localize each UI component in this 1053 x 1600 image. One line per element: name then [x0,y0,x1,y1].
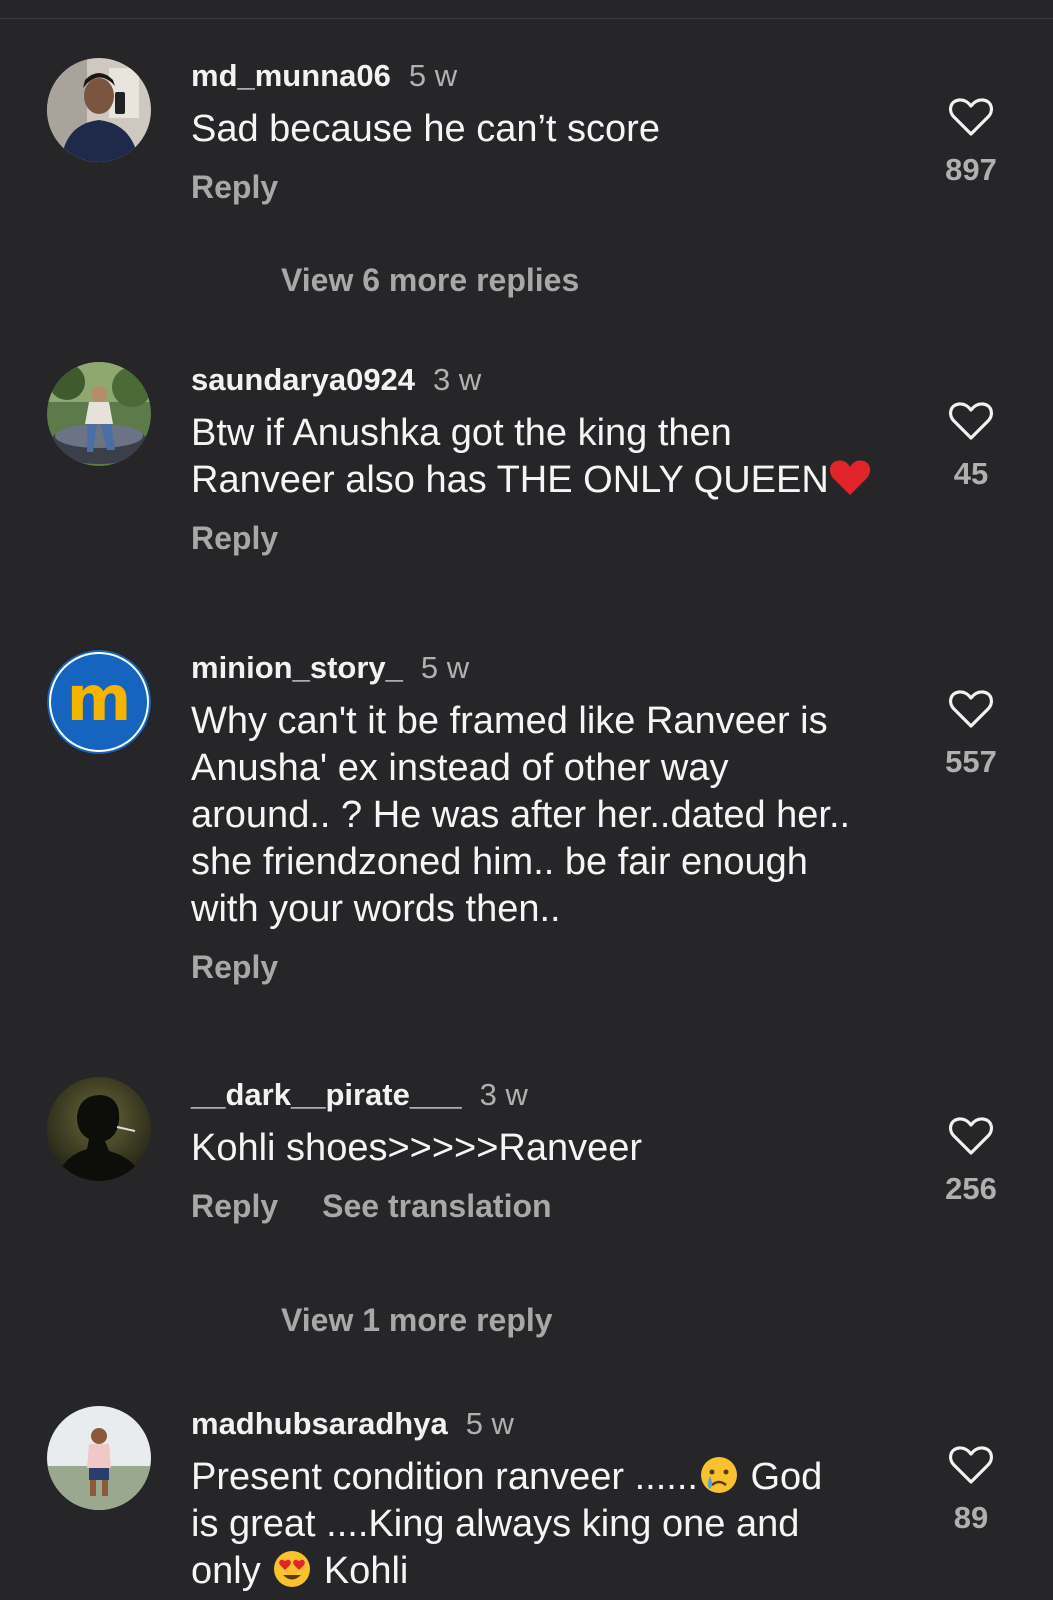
view-more-replies[interactable]: View 6 more replies [281,262,579,299]
comment-line: only Kohli [191,1548,891,1595]
like-control: 256 [930,1115,1012,1207]
timestamp: 5 w [420,650,470,685]
like-control: 89 [930,1444,1012,1536]
avatar[interactable]: m [47,650,151,754]
comment-line-text: Ranveer also has THE ONLY QUEEN [191,459,829,501]
comment-line: around.. ? He was after her..dated her.. [191,794,851,836]
red-heart-icon [829,460,870,495]
heart-icon[interactable] [948,96,994,138]
like-control: 557 [930,688,1012,780]
comment-line-text: Kohli [313,1550,409,1592]
avatar[interactable] [47,362,151,466]
username[interactable]: md_munna06 [191,58,391,93]
like-count: 45 [953,456,989,491]
comment-line-text: only [191,1550,272,1592]
comment-text: Present condition ranveer ...... God is … [191,1454,891,1595]
avatar[interactable] [47,1077,151,1181]
comment-line-text: Present condition ranveer ...... [191,1456,698,1498]
see-translation-button[interactable]: See translation [322,1188,551,1224]
comment-line: is great ....King always king one and [191,1503,800,1545]
avatar-letter: m [67,662,132,735]
timestamp: 3 w [479,1077,528,1112]
username[interactable]: madhubsaradhya [191,1406,448,1441]
username[interactable]: minion_story_ [191,650,403,685]
comment-line: Why can't it be framed like Ranveer is [191,700,828,742]
comment-line: Btw if Anushka got the king then [191,412,732,454]
comment-text: Kohli shoes>>>>>Ranveer [191,1127,643,1169]
like-count: 897 [945,152,997,187]
like-count: 89 [953,1500,989,1535]
comment-line: with your words then.. [191,888,561,930]
heart-icon[interactable] [948,1444,994,1486]
reply-button[interactable]: Reply [191,949,278,985]
reply-button[interactable]: Reply [191,520,278,556]
heart-icon[interactable] [948,400,994,442]
top-divider [0,0,1053,19]
avatar[interactable] [47,58,151,162]
heart-eyes-face-icon [274,1551,311,1587]
crying-face-icon [700,1457,737,1493]
comment-text: Why can't it be framed like Ranveer is A… [191,698,891,933]
username[interactable]: __dark__pirate___ [191,1077,462,1112]
timestamp: 3 w [433,362,482,397]
comment-line-text: God [739,1456,823,1498]
avatar[interactable] [47,1406,151,1510]
view-more-replies[interactable]: View 1 more reply [281,1302,553,1339]
heart-icon[interactable] [948,688,994,730]
comment-line: she friendzoned him.. be fair enough [191,841,808,883]
username[interactable]: saundarya0924 [191,362,415,397]
reply-button[interactable]: Reply [191,169,278,205]
like-control: 897 [930,96,1012,188]
like-control: 45 [930,400,1012,492]
timestamp: 5 w [465,1406,514,1441]
like-count: 256 [945,1171,997,1206]
comment-line: Ranveer also has THE ONLY QUEEN [191,457,891,504]
like-count: 557 [945,744,997,779]
comment-line: Present condition ranveer ...... God [191,1454,891,1501]
timestamp: 5 w [408,58,458,93]
comment-line: Anusha' ex instead of other way [191,747,729,789]
comment-text: Btw if Anushka got the king then Ranveer… [191,410,891,504]
reply-button[interactable]: Reply [191,1188,278,1224]
heart-icon[interactable] [948,1115,994,1157]
comment-text: Sad because he can’t score [191,108,660,150]
